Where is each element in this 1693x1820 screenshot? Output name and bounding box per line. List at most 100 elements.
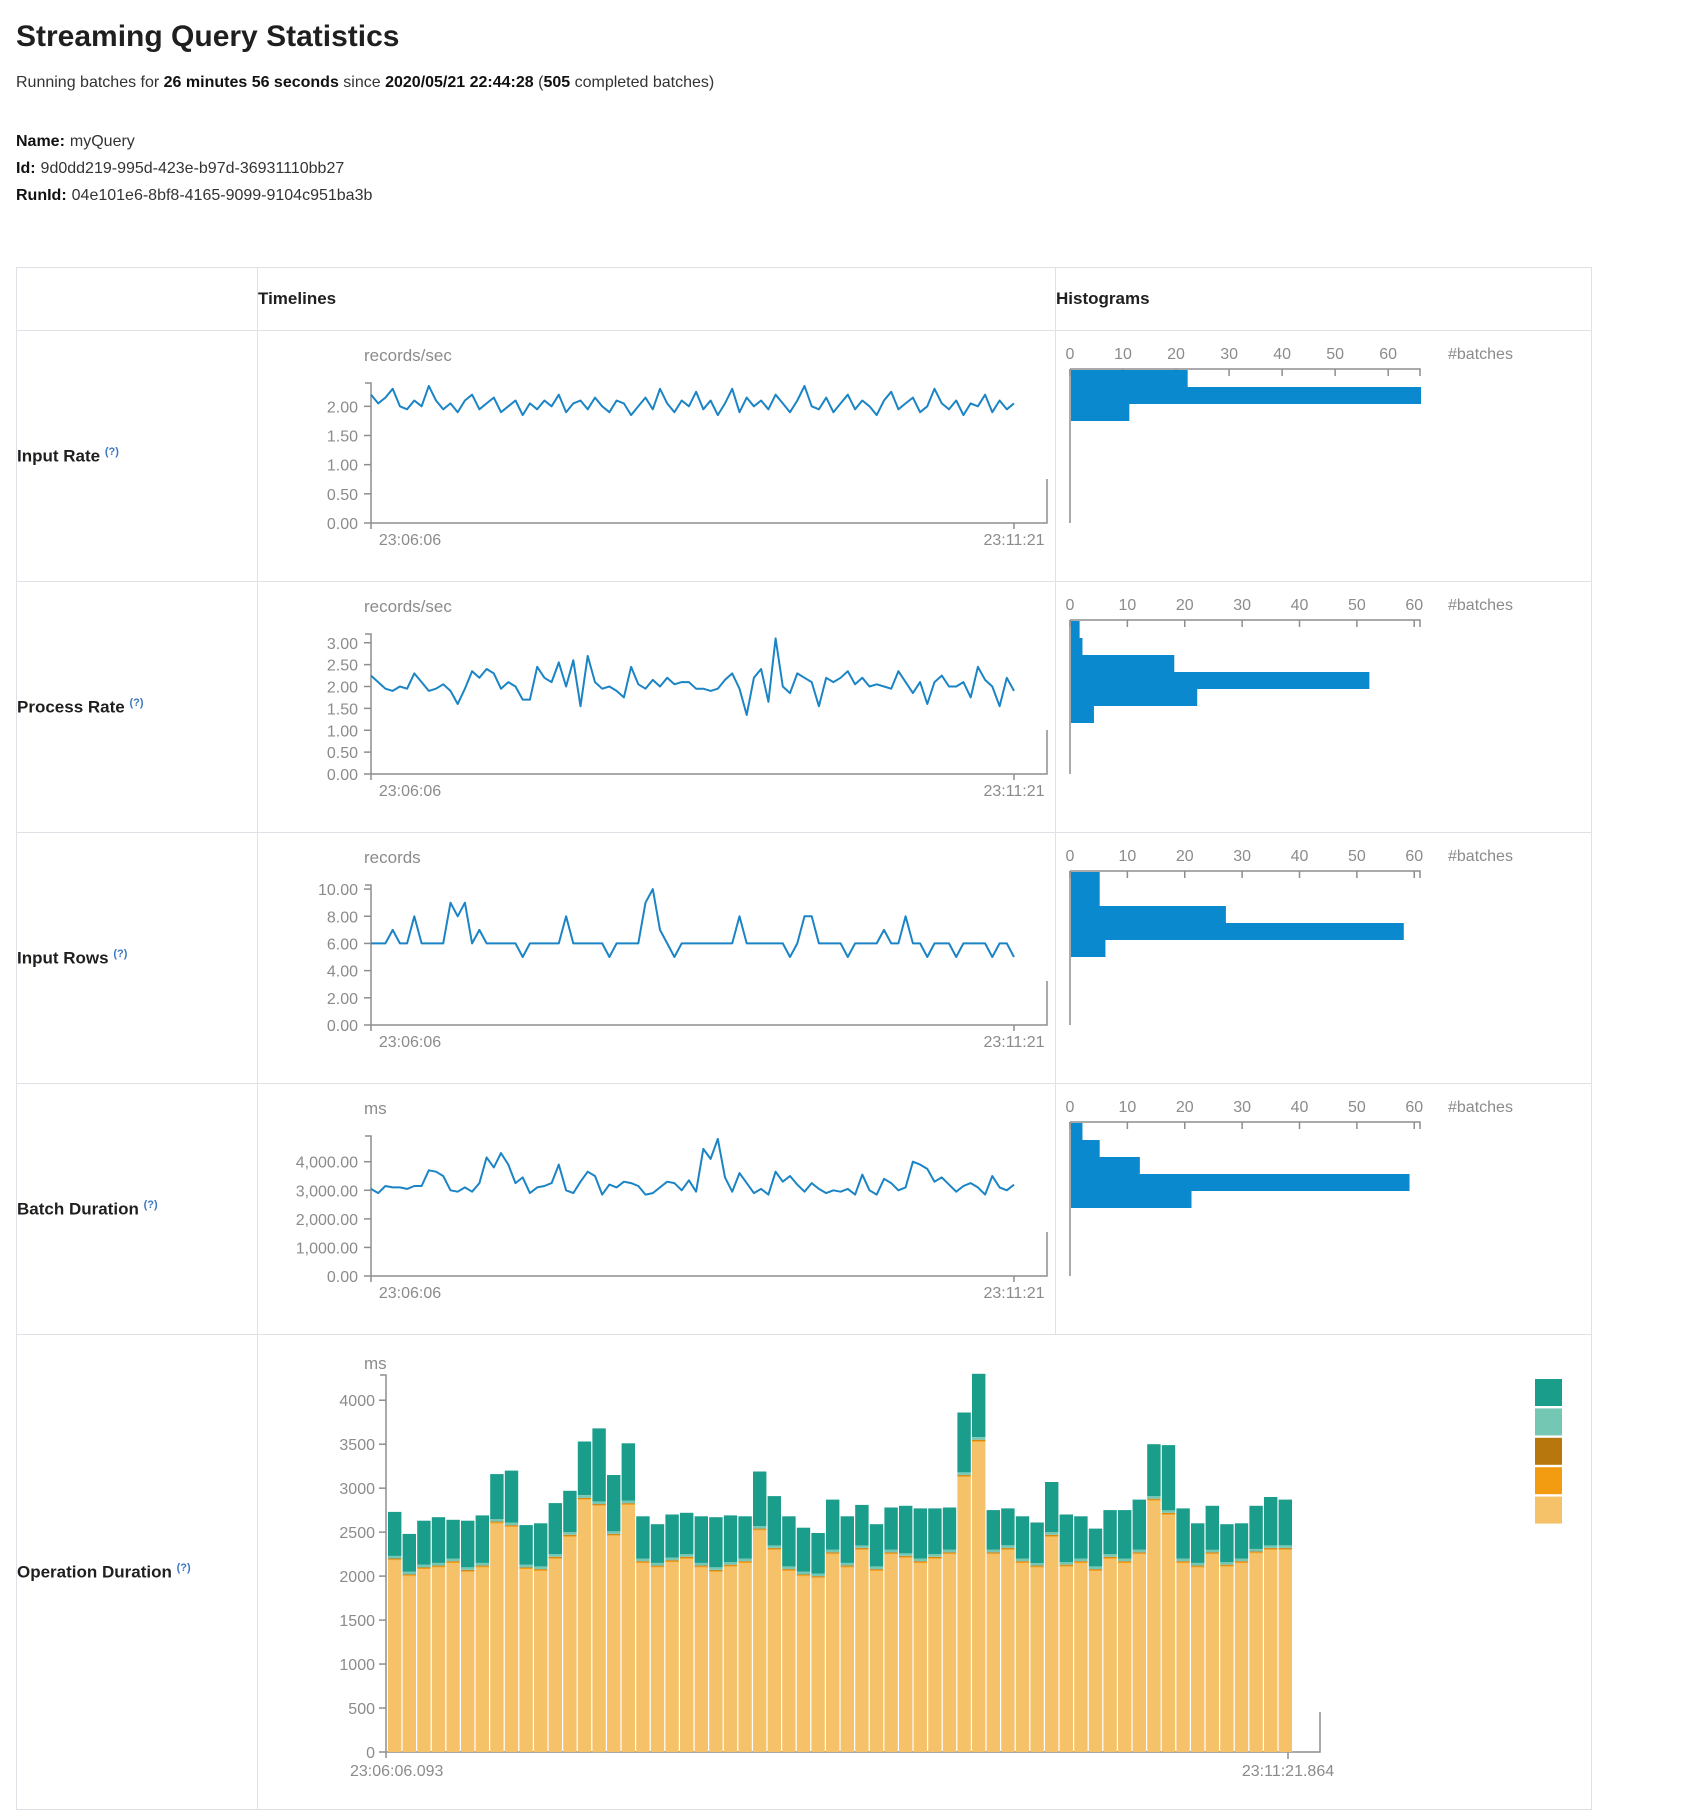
input_rows_timeline-svg: records10.008.006.004.002.000.0023:06:06… [258,833,1054,1082]
svg-text:2.00: 2.00 [327,991,358,1008]
input-rate-timeline-chart: records/sec2.001.501.000.500.0023:06:062… [258,331,1055,580]
batch-duration-timeline-chart: ms4,000.003,000.002,000.001,000.000.0023… [258,1084,1055,1333]
id-value: 9d0dd219-995d-423e-b97d-36931110bb27 [41,160,345,177]
svg-text:4000: 4000 [339,1393,375,1410]
running-text: Running batches for [16,74,164,91]
svg-text:0.50: 0.50 [327,745,358,762]
legend-swatch [1535,1408,1562,1435]
svg-text:10.00: 10.00 [318,882,358,899]
svg-text:60: 60 [1405,1099,1423,1116]
svg-text:1500: 1500 [339,1613,375,1630]
legend-swatch [1535,1379,1562,1406]
process_rate_timeline-svg: records/sec3.002.502.001.501.000.500.002… [258,582,1054,831]
completed-batches-count: 505 [543,74,570,91]
legend-swatch [1535,1497,1562,1524]
input_rate_timeline-svg: records/sec2.001.501.000.500.0023:06:062… [258,331,1054,580]
input-rows-timeline-chart: records10.008.006.004.002.000.0023:06:06… [258,833,1055,1082]
table-row: Batch Duration (?) ms 4,000.00 3,000.00 2,0… [17,1084,1592,1335]
empty-header-cell [17,268,258,331]
svg-text:30: 30 [1220,346,1238,363]
svg-text:10: 10 [1114,346,1132,363]
row-label-operation-duration: Operation Duration (?) [17,1335,258,1810]
process-rate-histogram-chart: 0102030405060#batches [1056,582,1591,831]
operation_duration-svg: ms4000350030002500200015001000500023:06:… [258,1335,1590,1808]
start-timestamp: 2020/05/21 22:44:28 [385,74,534,91]
histograms-header: Histograms [1056,268,1592,331]
svg-text:8.00: 8.00 [327,909,358,926]
svg-text:2500: 2500 [339,1525,375,1542]
svg-text:0.50: 0.50 [327,487,358,504]
batch-duration-histogram-chart: 0102030405060#batches [1056,1084,1591,1333]
id-label: Id: [16,160,36,177]
help-icon[interactable]: (?) [113,948,127,960]
svg-text:0: 0 [1066,848,1075,865]
svg-text:3,000.00: 3,000.00 [296,1183,358,1200]
page-title: Streaming Query Statistics [16,20,1693,54]
svg-text:30: 30 [1233,1099,1251,1116]
row-label-batch-duration: Batch Duration (?) [17,1084,258,1335]
input-rows-histogram-chart: 0102030405060#batches [1056,833,1591,1082]
svg-text:10: 10 [1118,597,1136,614]
svg-text:records/sec: records/sec [364,597,452,616]
svg-text:1.00: 1.00 [327,458,358,475]
svg-text:records/sec: records/sec [364,346,452,365]
svg-text:4,000.00: 4,000.00 [296,1155,358,1172]
table-row: Operation Duration (?) ms400035003000250… [17,1335,1592,1810]
svg-text:2.00: 2.00 [327,680,358,697]
svg-text:0.00: 0.00 [327,767,358,784]
svg-text:#batches: #batches [1448,597,1513,614]
query-runid-line: RunId:04e101e6-8bf8-4165-9099-9104c951ba… [16,182,1693,209]
svg-text:500: 500 [348,1701,375,1718]
legend-swatch [1535,1438,1562,1465]
svg-text:2.50: 2.50 [327,658,358,675]
svg-text:50: 50 [1348,848,1366,865]
input_rate_histogram-svg: 0102030405060#batches [1056,331,1590,580]
operation-duration-chart: ms4000350030002500200015001000500023:06:… [258,1335,1591,1808]
svg-text:23:11:21: 23:11:21 [983,783,1044,800]
help-icon[interactable]: (?) [129,697,143,709]
svg-text:23:11:21: 23:11:21 [983,532,1044,549]
svg-text:1000: 1000 [339,1657,375,1674]
help-icon[interactable]: (?) [144,1199,158,1211]
query-metadata: Name:myQuery Id:9d0dd219-995d-423e-b97d-… [16,128,1693,209]
svg-text:40: 40 [1273,346,1291,363]
svg-text:0: 0 [1066,597,1075,614]
runid-label: RunId: [16,187,67,204]
table-row: Input Rows (?) records10.008.006.004.002… [17,833,1592,1084]
svg-text:50: 50 [1348,597,1366,614]
svg-text:2.00: 2.00 [327,399,358,416]
svg-text:20: 20 [1176,1099,1194,1116]
name-label: Name: [16,133,65,150]
svg-text:#batches: #batches [1448,848,1513,865]
svg-text:#batches: #batches [1448,346,1513,363]
svg-text:records: records [364,848,421,867]
svg-text:50: 50 [1326,346,1344,363]
svg-text:23:11:21.864: 23:11:21.864 [1242,1763,1334,1780]
row-label-input-rows: Input Rows (?) [17,833,258,1084]
input_rows_histogram-svg: 0102030405060#batches [1056,833,1590,1082]
svg-text:23:06:06: 23:06:06 [379,783,441,800]
running-summary: Running batches for 26 minutes 56 second… [16,74,1693,92]
batch_duration_histogram-svg: 0102030405060#batches [1056,1084,1590,1333]
svg-text:3.00: 3.00 [327,636,358,653]
svg-text:ms: ms [364,1099,387,1118]
help-icon[interactable]: (?) [105,446,119,458]
svg-text:3000: 3000 [339,1481,375,1498]
process_rate_histogram-svg: 0102030405060#batches [1056,582,1590,831]
svg-text:2,000.00: 2,000.00 [296,1212,358,1229]
svg-text:60: 60 [1379,346,1397,363]
svg-text:ms: ms [364,1354,387,1373]
svg-text:23:11:21: 23:11:21 [983,1034,1044,1051]
svg-text:10: 10 [1118,1099,1136,1116]
svg-text:20: 20 [1176,597,1194,614]
svg-text:30: 30 [1233,597,1251,614]
timelines-header: Timelines [258,268,1056,331]
svg-text:23:06:06: 23:06:06 [379,1034,441,1051]
row-label-input-rate: Input Rate (?) [17,331,258,582]
statistics-table: Timelines Histograms Input Rate (?) reco… [16,267,1592,1810]
svg-text:6.00: 6.00 [327,936,358,953]
svg-text:23:06:06.093: 23:06:06.093 [350,1763,444,1780]
svg-text:1.50: 1.50 [327,429,358,446]
table-row: Input Rate (?) records/sec 2.00 1.50 1.00 0.… [17,331,1592,582]
help-icon[interactable]: (?) [177,1562,191,1574]
